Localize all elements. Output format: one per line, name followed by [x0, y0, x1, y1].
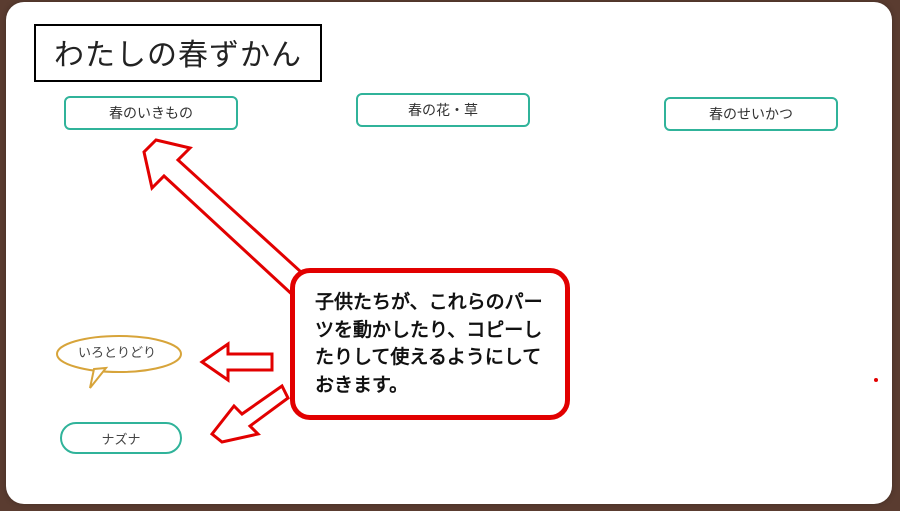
- title-text: わたしの春ずかん: [54, 39, 302, 72]
- title-box: わたしの春ずかん: [34, 24, 322, 82]
- speech-bubble-text: いろとりどり: [52, 338, 182, 368]
- arrow-down-left-small-icon: [204, 382, 290, 446]
- card-label: 春の花・草: [408, 100, 478, 120]
- item-label-text: ナズナ: [101, 429, 140, 448]
- marker-dot: [874, 378, 878, 382]
- callout-text: 子供たちが、これらのパーツを動かしたり、コピーしたりして使えるようにしておきます…: [315, 292, 543, 396]
- instruction-callout: 子供たちが、これらのパーツを動かしたり、コピーしたりして使えるようにしておきます…: [290, 268, 570, 420]
- card-label: 春のいきもの: [109, 103, 193, 123]
- category-card-hanakusa[interactable]: 春の花・草: [356, 93, 530, 127]
- card-label: 春のせいかつ: [709, 104, 793, 124]
- category-card-seikatsu[interactable]: 春のせいかつ: [664, 97, 838, 131]
- slide-canvas: わたしの春ずかん 春のいきもの 春の花・草 春のせいかつ いろとりどり: [6, 2, 892, 504]
- bubble-label: いろとりどり: [78, 345, 156, 360]
- item-label-nazuna[interactable]: ナズナ: [60, 422, 182, 454]
- arrow-left-small-icon: [198, 340, 276, 384]
- category-card-ikimono[interactable]: 春のいきもの: [64, 96, 238, 130]
